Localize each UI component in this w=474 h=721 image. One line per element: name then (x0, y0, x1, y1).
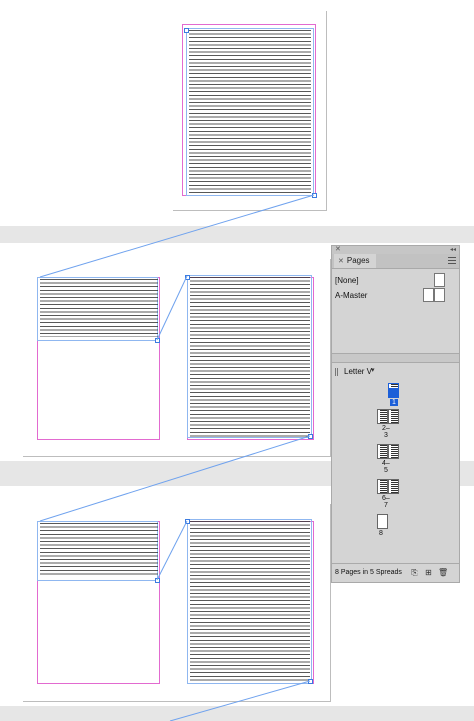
master-thumbnail-right (434, 288, 445, 302)
panel-tab-bar: ✕ Pages (332, 254, 459, 269)
thread-line (156, 520, 188, 581)
page-thumbnail-2[interactable] (377, 409, 388, 424)
master-label: A-Master (335, 291, 368, 300)
pages-panel[interactable]: ✕ ◂◂ ✕ Pages [None] A-Master Letter V ▾ 1… (331, 245, 460, 583)
tab-close-icon[interactable]: ✕ (338, 258, 344, 265)
grip-icon (335, 368, 338, 376)
master-thumbnail-left (423, 288, 434, 302)
page-thumbnail-8[interactable] (377, 514, 388, 529)
page-thumbnail-1-fill (388, 388, 399, 398)
page-size-label: Letter V (344, 367, 373, 376)
tab-pages[interactable]: ✕ Pages (334, 254, 376, 268)
thread-line (39, 435, 311, 522)
thread-line (156, 275, 188, 341)
page-thumbnail-5[interactable] (388, 444, 399, 459)
panel-menu-icon[interactable] (448, 257, 456, 264)
page-thumbnail-7[interactable] (388, 479, 399, 494)
spread-label: 8 (379, 530, 383, 537)
master-item-a-master[interactable]: A-Master (332, 284, 459, 306)
panel-footer: 8 Pages in 5 Spreads ⎘ ⊞ 🗑 (332, 563, 459, 582)
spread-label: 4–5 (382, 460, 390, 474)
page-thumbnail-4[interactable] (377, 444, 388, 459)
new-page-icon[interactable]: ⊞ (424, 568, 433, 577)
page-size-row[interactable]: Letter V ▾ (332, 365, 459, 379)
page-thumbnail-6[interactable] (377, 479, 388, 494)
tab-label: Pages (346, 256, 370, 265)
spread-label: 6–7 (382, 495, 390, 509)
trash-icon[interactable]: 🗑 (438, 568, 448, 577)
chevron-down-icon[interactable]: ▾ (371, 366, 375, 374)
panel-title-bar[interactable]: ✕ ◂◂ (332, 246, 459, 254)
page-count-status: 8 Pages in 5 Spreads (335, 569, 402, 576)
spread-label: 2–3 (382, 425, 390, 439)
spread-label: 1 (390, 399, 398, 406)
panel-divider[interactable] (332, 353, 459, 363)
thread-line (39, 194, 315, 278)
page-thumbnail-3[interactable] (388, 409, 399, 424)
collapse-icon[interactable]: ◂◂ (450, 246, 456, 254)
edit-page-size-icon[interactable]: ⎘ (410, 568, 419, 577)
close-icon[interactable]: ✕ (335, 246, 341, 254)
thread-line (169, 680, 311, 721)
